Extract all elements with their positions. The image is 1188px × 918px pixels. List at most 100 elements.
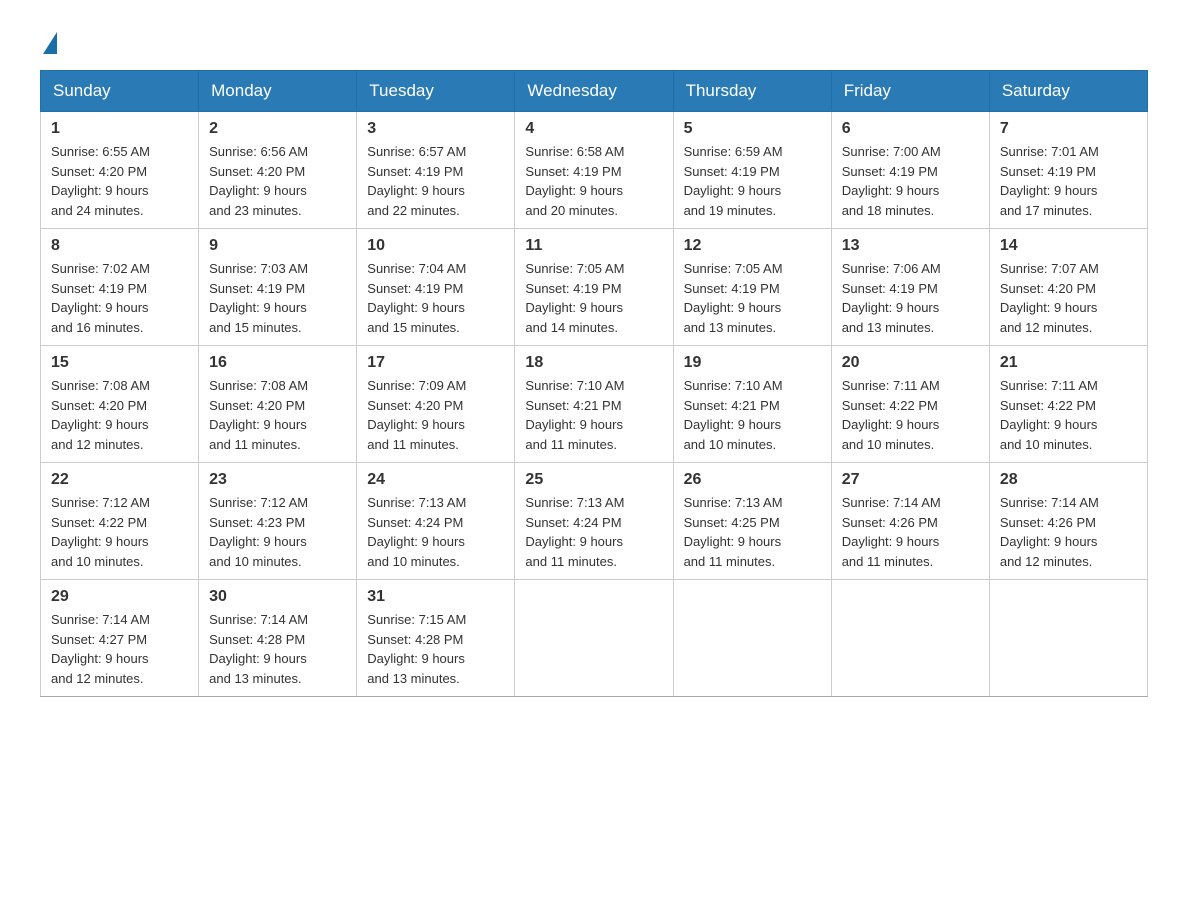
calendar-cell: 7 Sunrise: 7:01 AMSunset: 4:19 PMDayligh… <box>989 112 1147 229</box>
day-number: 17 <box>367 354 504 372</box>
weekday-header-thursday: Thursday <box>673 71 831 112</box>
day-info: Sunrise: 7:08 AMSunset: 4:20 PMDaylight:… <box>51 376 188 454</box>
weekday-header-monday: Monday <box>199 71 357 112</box>
day-info: Sunrise: 7:13 AMSunset: 4:24 PMDaylight:… <box>525 493 662 571</box>
day-number: 6 <box>842 120 979 138</box>
day-info: Sunrise: 7:06 AMSunset: 4:19 PMDaylight:… <box>842 259 979 337</box>
calendar-cell: 21 Sunrise: 7:11 AMSunset: 4:22 PMDaylig… <box>989 346 1147 463</box>
day-info: Sunrise: 7:00 AMSunset: 4:19 PMDaylight:… <box>842 142 979 220</box>
day-info: Sunrise: 7:14 AMSunset: 4:26 PMDaylight:… <box>842 493 979 571</box>
calendar-cell <box>673 580 831 697</box>
calendar-cell <box>831 580 989 697</box>
calendar-week-row-4: 22 Sunrise: 7:12 AMSunset: 4:22 PMDaylig… <box>41 463 1148 580</box>
calendar-cell <box>989 580 1147 697</box>
calendar-cell: 18 Sunrise: 7:10 AMSunset: 4:21 PMDaylig… <box>515 346 673 463</box>
calendar-cell: 17 Sunrise: 7:09 AMSunset: 4:20 PMDaylig… <box>357 346 515 463</box>
day-info: Sunrise: 7:13 AMSunset: 4:24 PMDaylight:… <box>367 493 504 571</box>
calendar-week-row-5: 29 Sunrise: 7:14 AMSunset: 4:27 PMDaylig… <box>41 580 1148 697</box>
weekday-header-friday: Friday <box>831 71 989 112</box>
day-info: Sunrise: 7:11 AMSunset: 4:22 PMDaylight:… <box>842 376 979 454</box>
day-info: Sunrise: 7:02 AMSunset: 4:19 PMDaylight:… <box>51 259 188 337</box>
page-header <box>40 30 1148 50</box>
calendar-week-row-3: 15 Sunrise: 7:08 AMSunset: 4:20 PMDaylig… <box>41 346 1148 463</box>
day-info: Sunrise: 6:56 AMSunset: 4:20 PMDaylight:… <box>209 142 346 220</box>
day-number: 14 <box>1000 237 1137 255</box>
day-info: Sunrise: 7:08 AMSunset: 4:20 PMDaylight:… <box>209 376 346 454</box>
calendar-cell: 20 Sunrise: 7:11 AMSunset: 4:22 PMDaylig… <box>831 346 989 463</box>
day-number: 15 <box>51 354 188 372</box>
calendar-cell: 12 Sunrise: 7:05 AMSunset: 4:19 PMDaylig… <box>673 229 831 346</box>
weekday-header-saturday: Saturday <box>989 71 1147 112</box>
day-info: Sunrise: 7:12 AMSunset: 4:23 PMDaylight:… <box>209 493 346 571</box>
calendar-cell: 2 Sunrise: 6:56 AMSunset: 4:20 PMDayligh… <box>199 112 357 229</box>
day-number: 1 <box>51 120 188 138</box>
calendar-cell: 13 Sunrise: 7:06 AMSunset: 4:19 PMDaylig… <box>831 229 989 346</box>
day-number: 28 <box>1000 471 1137 489</box>
calendar-cell: 19 Sunrise: 7:10 AMSunset: 4:21 PMDaylig… <box>673 346 831 463</box>
day-number: 31 <box>367 588 504 606</box>
calendar-week-row-2: 8 Sunrise: 7:02 AMSunset: 4:19 PMDayligh… <box>41 229 1148 346</box>
calendar-cell: 22 Sunrise: 7:12 AMSunset: 4:22 PMDaylig… <box>41 463 199 580</box>
day-number: 4 <box>525 120 662 138</box>
day-info: Sunrise: 7:05 AMSunset: 4:19 PMDaylight:… <box>525 259 662 337</box>
calendar-cell: 24 Sunrise: 7:13 AMSunset: 4:24 PMDaylig… <box>357 463 515 580</box>
weekday-header-wednesday: Wednesday <box>515 71 673 112</box>
calendar-table: SundayMondayTuesdayWednesdayThursdayFrid… <box>40 70 1148 697</box>
day-info: Sunrise: 7:12 AMSunset: 4:22 PMDaylight:… <box>51 493 188 571</box>
calendar-cell: 6 Sunrise: 7:00 AMSunset: 4:19 PMDayligh… <box>831 112 989 229</box>
calendar-cell: 9 Sunrise: 7:03 AMSunset: 4:19 PMDayligh… <box>199 229 357 346</box>
calendar-cell: 25 Sunrise: 7:13 AMSunset: 4:24 PMDaylig… <box>515 463 673 580</box>
day-number: 25 <box>525 471 662 489</box>
day-info: Sunrise: 7:14 AMSunset: 4:27 PMDaylight:… <box>51 610 188 688</box>
day-info: Sunrise: 7:10 AMSunset: 4:21 PMDaylight:… <box>684 376 821 454</box>
day-info: Sunrise: 6:55 AMSunset: 4:20 PMDaylight:… <box>51 142 188 220</box>
weekday-header-tuesday: Tuesday <box>357 71 515 112</box>
calendar-cell: 5 Sunrise: 6:59 AMSunset: 4:19 PMDayligh… <box>673 112 831 229</box>
calendar-cell: 23 Sunrise: 7:12 AMSunset: 4:23 PMDaylig… <box>199 463 357 580</box>
day-number: 23 <box>209 471 346 489</box>
calendar-cell: 28 Sunrise: 7:14 AMSunset: 4:26 PMDaylig… <box>989 463 1147 580</box>
calendar-cell: 3 Sunrise: 6:57 AMSunset: 4:19 PMDayligh… <box>357 112 515 229</box>
day-info: Sunrise: 7:09 AMSunset: 4:20 PMDaylight:… <box>367 376 504 454</box>
logo <box>40 30 57 50</box>
day-number: 26 <box>684 471 821 489</box>
day-info: Sunrise: 7:03 AMSunset: 4:19 PMDaylight:… <box>209 259 346 337</box>
day-info: Sunrise: 7:15 AMSunset: 4:28 PMDaylight:… <box>367 610 504 688</box>
day-info: Sunrise: 6:59 AMSunset: 4:19 PMDaylight:… <box>684 142 821 220</box>
calendar-cell: 14 Sunrise: 7:07 AMSunset: 4:20 PMDaylig… <box>989 229 1147 346</box>
calendar-cell: 4 Sunrise: 6:58 AMSunset: 4:19 PMDayligh… <box>515 112 673 229</box>
day-number: 19 <box>684 354 821 372</box>
day-number: 2 <box>209 120 346 138</box>
day-number: 24 <box>367 471 504 489</box>
calendar-cell: 10 Sunrise: 7:04 AMSunset: 4:19 PMDaylig… <box>357 229 515 346</box>
weekday-header-row: SundayMondayTuesdayWednesdayThursdayFrid… <box>41 71 1148 112</box>
day-info: Sunrise: 6:57 AMSunset: 4:19 PMDaylight:… <box>367 142 504 220</box>
day-number: 9 <box>209 237 346 255</box>
calendar-cell: 15 Sunrise: 7:08 AMSunset: 4:20 PMDaylig… <box>41 346 199 463</box>
day-info: Sunrise: 7:10 AMSunset: 4:21 PMDaylight:… <box>525 376 662 454</box>
logo-triangle-icon <box>43 32 57 54</box>
calendar-week-row-1: 1 Sunrise: 6:55 AMSunset: 4:20 PMDayligh… <box>41 112 1148 229</box>
calendar-cell: 16 Sunrise: 7:08 AMSunset: 4:20 PMDaylig… <box>199 346 357 463</box>
calendar-cell: 29 Sunrise: 7:14 AMSunset: 4:27 PMDaylig… <box>41 580 199 697</box>
calendar-cell: 30 Sunrise: 7:14 AMSunset: 4:28 PMDaylig… <box>199 580 357 697</box>
day-number: 3 <box>367 120 504 138</box>
calendar-cell: 31 Sunrise: 7:15 AMSunset: 4:28 PMDaylig… <box>357 580 515 697</box>
calendar-cell: 27 Sunrise: 7:14 AMSunset: 4:26 PMDaylig… <box>831 463 989 580</box>
calendar-cell <box>515 580 673 697</box>
day-number: 30 <box>209 588 346 606</box>
day-number: 20 <box>842 354 979 372</box>
day-info: Sunrise: 7:14 AMSunset: 4:26 PMDaylight:… <box>1000 493 1137 571</box>
calendar-cell: 26 Sunrise: 7:13 AMSunset: 4:25 PMDaylig… <box>673 463 831 580</box>
day-number: 5 <box>684 120 821 138</box>
weekday-header-sunday: Sunday <box>41 71 199 112</box>
day-number: 7 <box>1000 120 1137 138</box>
day-number: 18 <box>525 354 662 372</box>
day-info: Sunrise: 7:07 AMSunset: 4:20 PMDaylight:… <box>1000 259 1137 337</box>
day-number: 10 <box>367 237 504 255</box>
day-info: Sunrise: 7:13 AMSunset: 4:25 PMDaylight:… <box>684 493 821 571</box>
day-info: Sunrise: 7:11 AMSunset: 4:22 PMDaylight:… <box>1000 376 1137 454</box>
day-info: Sunrise: 7:14 AMSunset: 4:28 PMDaylight:… <box>209 610 346 688</box>
day-info: Sunrise: 7:01 AMSunset: 4:19 PMDaylight:… <box>1000 142 1137 220</box>
calendar-cell: 11 Sunrise: 7:05 AMSunset: 4:19 PMDaylig… <box>515 229 673 346</box>
